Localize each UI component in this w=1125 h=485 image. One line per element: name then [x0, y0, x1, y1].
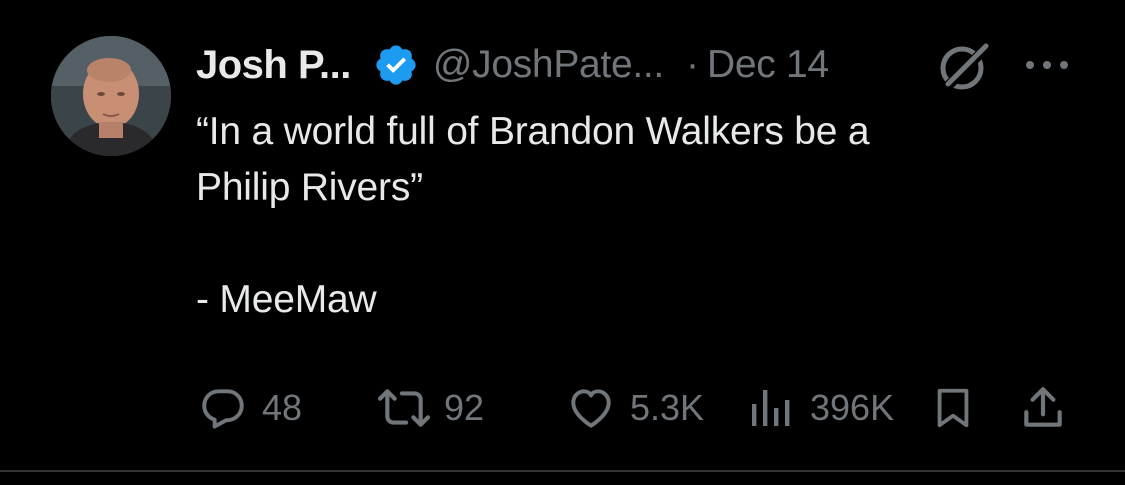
views-count: 396K [810, 387, 895, 428]
bookmark-icon [937, 388, 969, 428]
separator-dot: · [685, 43, 699, 86]
tweet[interactable]: Josh P... @JoshPate... · Dec 14 “In a wo… [0, 0, 1125, 472]
author-handle[interactable]: @JoshPate... [433, 43, 664, 87]
share-button[interactable] [1018, 380, 1068, 436]
tweet-date[interactable]: Dec 14 [707, 43, 829, 87]
share-icon [1024, 387, 1062, 427]
reply-icon [202, 389, 244, 429]
retweet-button[interactable]: 92 [374, 380, 484, 436]
grok-icon[interactable] [934, 40, 994, 92]
verified-badge-icon[interactable] [373, 42, 419, 88]
retweet-icon [377, 389, 431, 427]
tweet-text: “In a world full of Brandon Walkers be a… [196, 110, 870, 321]
author-avatar[interactable] [51, 36, 171, 156]
more-options-icon[interactable] [1023, 53, 1071, 77]
reply-button[interactable]: 48 [198, 380, 302, 436]
tweet-divider [0, 470, 1125, 472]
views-chart-icon [752, 390, 790, 426]
like-count: 5.3K [630, 387, 705, 428]
author-name[interactable]: Josh P... [196, 43, 351, 88]
tweet-actions: 48 92 5.3K 396K [0, 380, 1125, 436]
bookmark-button[interactable] [930, 380, 976, 436]
views-button[interactable]: 396K [746, 380, 894, 436]
retweet-count: 92 [444, 387, 485, 428]
avatar-image [51, 36, 171, 156]
like-button[interactable]: 5.3K [566, 380, 704, 436]
tweet-header: Josh P... @JoshPate... · Dec 14 [196, 38, 829, 92]
heart-icon [571, 389, 611, 428]
reply-count: 48 [262, 387, 303, 428]
